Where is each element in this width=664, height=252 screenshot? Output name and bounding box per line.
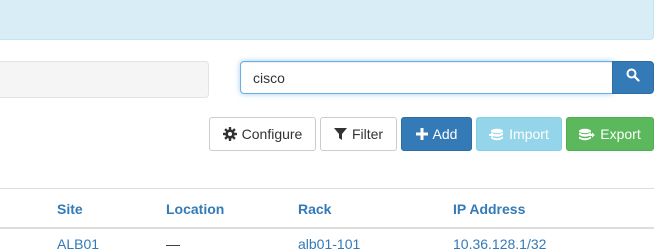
export-icon [579,128,596,141]
info-alert [0,0,654,40]
configure-button[interactable]: Configure [209,117,316,151]
left-panel [0,61,209,98]
search-icon [626,68,640,87]
import-label: Import [509,126,549,142]
column-header-ip-address[interactable]: IP Address [453,201,525,217]
import-icon [489,128,504,141]
filter-button[interactable]: Filter [320,117,397,151]
add-button[interactable]: Add [401,117,472,151]
ip-address-link[interactable]: 10.36.128.1/32 [453,236,546,252]
search-button[interactable] [612,61,654,94]
configure-label: Configure [241,126,303,142]
column-header-rack[interactable]: Rack [298,201,331,217]
site-link[interactable]: ALB01 [57,236,99,252]
import-button[interactable]: Import [476,117,562,151]
export-label: Export [600,126,641,142]
add-label: Add [432,126,458,142]
search-input[interactable] [240,61,613,94]
filter-icon [333,127,347,141]
rack-link[interactable]: alb01-101 [298,236,360,252]
column-header-location[interactable]: Location [166,201,224,217]
export-button[interactable]: Export [566,117,654,151]
gear-icon [222,127,237,141]
plus-icon [415,128,428,140]
location-cell: — [166,236,180,252]
table-header: Site Location Rack IP Address [0,188,654,229]
filter-label: Filter [351,126,384,142]
column-header-site[interactable]: Site [57,201,83,217]
